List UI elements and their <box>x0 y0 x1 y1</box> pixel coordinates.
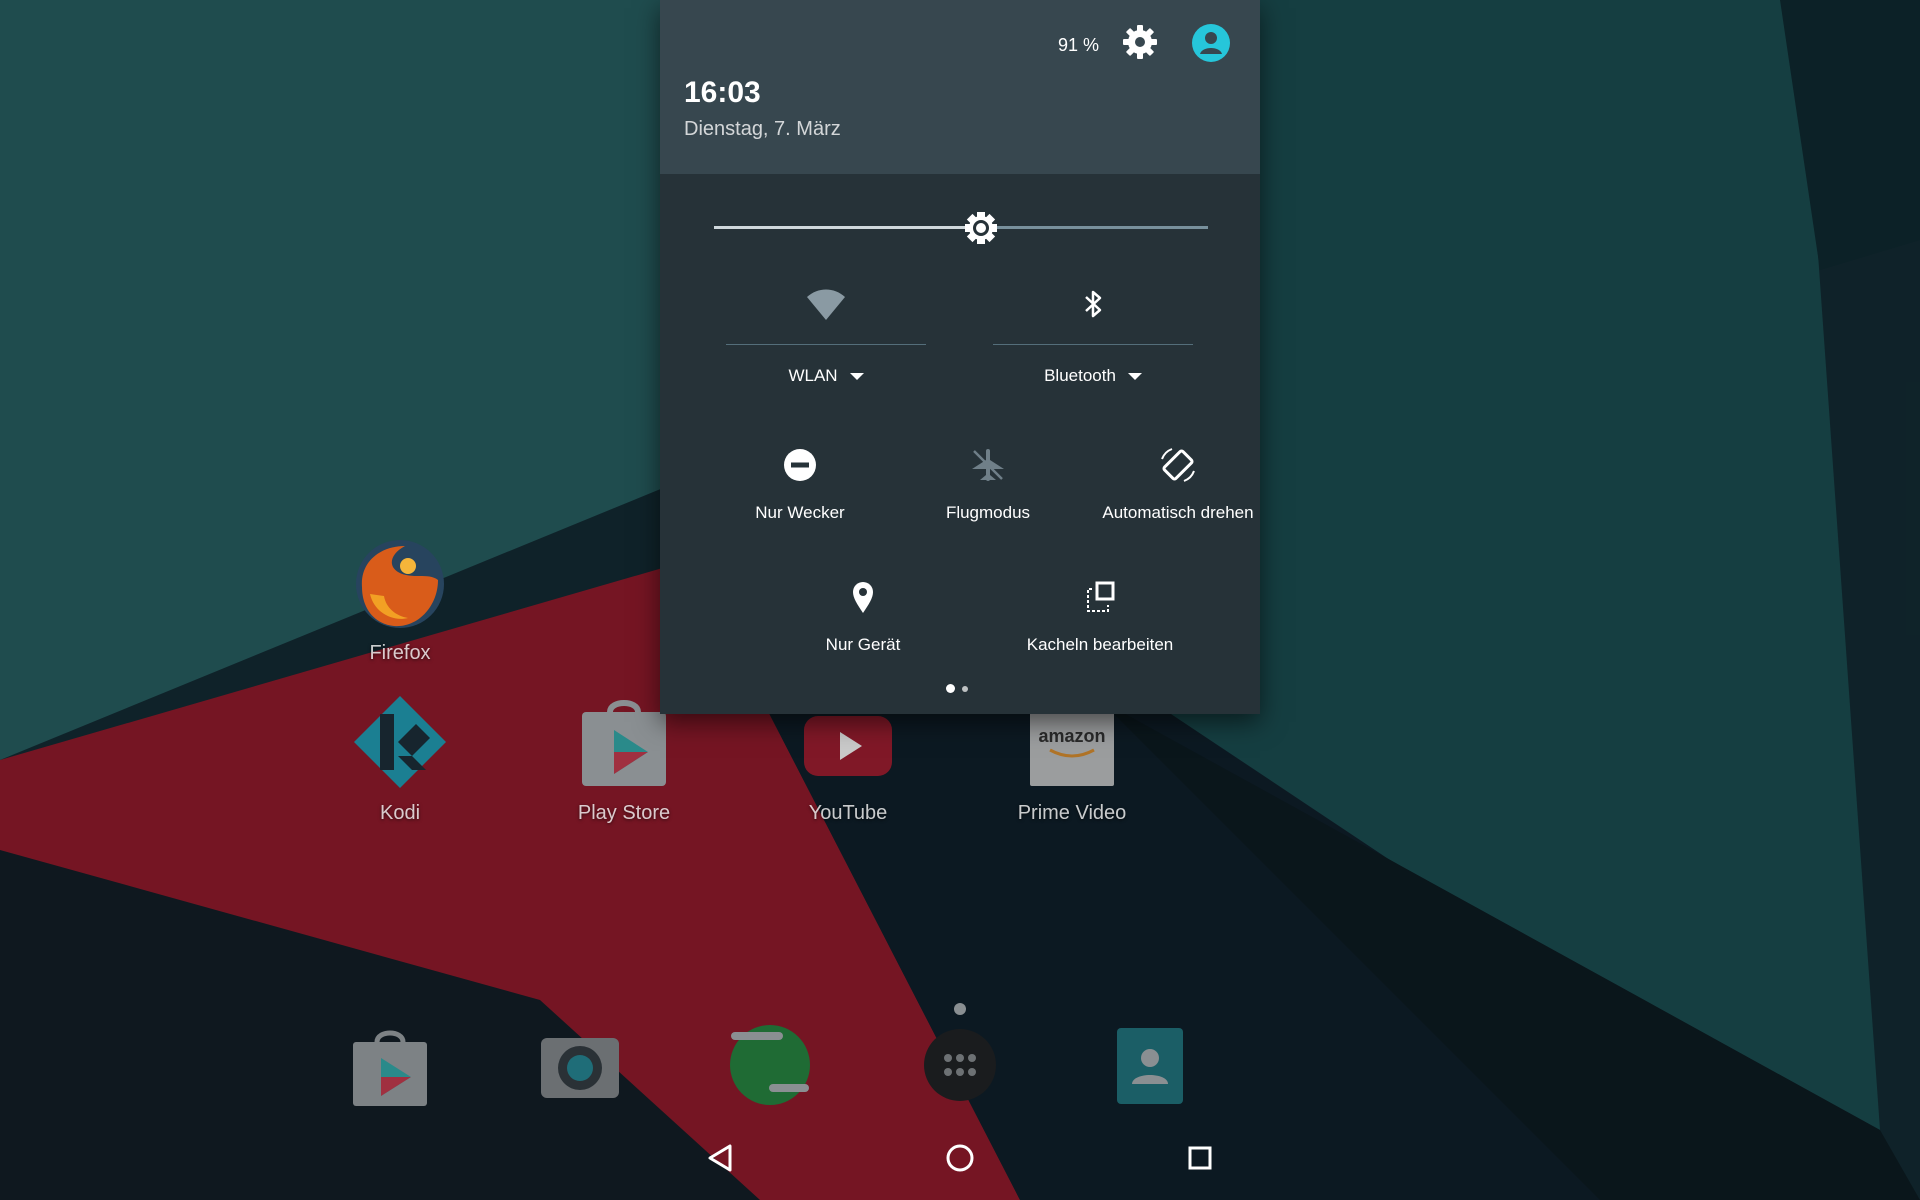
brightness-slider-fill <box>714 226 981 229</box>
tile-automatisch-drehen[interactable]: Automatisch drehen <box>1083 445 1273 523</box>
recents-icon <box>1188 1146 1212 1170</box>
settings-button[interactable] <box>1120 22 1160 62</box>
tile-flugmodus[interactable]: Flugmodus <box>893 445 1083 523</box>
do-not-disturb-icon <box>780 445 820 485</box>
nav-home-button[interactable] <box>930 1128 990 1188</box>
wlan-dropdown[interactable]: WLAN <box>726 366 926 386</box>
app-kodi[interactable]: Kodi <box>280 692 520 825</box>
chevron-down-icon <box>849 373 864 381</box>
tile-label: Nur Wecker <box>755 503 845 522</box>
app-label: Kodi <box>379 802 421 824</box>
play-store-icon <box>574 692 674 792</box>
tile-label: Flugmodus <box>945 503 1031 522</box>
dock-app-drawer[interactable] <box>915 1020 1005 1110</box>
dock-contacts[interactable] <box>1105 1020 1195 1110</box>
contacts-icon <box>1117 1028 1183 1104</box>
home-page-indicator <box>954 1003 966 1015</box>
tile-divider <box>993 344 1193 345</box>
location-icon <box>843 577 883 617</box>
bluetooth-dropdown[interactable]: Bluetooth <box>993 366 1193 386</box>
tile-label: Automatisch drehen <box>1102 503 1254 522</box>
dock-hangouts[interactable] <box>725 1020 815 1110</box>
chevron-down-icon <box>1127 373 1142 381</box>
battery-percentage: 91 % <box>1058 35 1100 55</box>
app-drawer-icon <box>924 1029 996 1101</box>
bluetooth-icon <box>1073 284 1113 324</box>
camera-icon <box>541 1038 619 1098</box>
app-firefox[interactable]: Firefox <box>280 532 520 665</box>
dock-camera[interactable] <box>535 1020 625 1110</box>
airplane-icon <box>968 445 1008 485</box>
account-icon <box>1192 24 1230 62</box>
tile-divider <box>726 344 926 345</box>
home-icon <box>946 1144 974 1172</box>
page-indicator <box>962 686 968 692</box>
nav-back-button[interactable] <box>690 1128 750 1188</box>
quick-settings-header: 91 % 16:03 Dienstag, 7. März <box>660 0 1260 174</box>
app-label: Play Store <box>577 802 671 824</box>
play-store-icon <box>353 1030 427 1106</box>
tile-nur-geraet[interactable]: Nur Gerät <box>768 577 958 655</box>
dock-play-store[interactable] <box>345 1020 435 1110</box>
nav-recents-button[interactable] <box>1170 1128 1230 1188</box>
tile-wlan[interactable]: WLAN <box>726 284 926 394</box>
brightness-slider-thumb[interactable] <box>961 208 1001 248</box>
app-label: YouTube <box>808 802 888 824</box>
auto-rotate-icon <box>1158 445 1198 485</box>
kodi-icon <box>350 692 450 792</box>
app-label: Firefox <box>369 642 431 664</box>
tile-kacheln-bearbeiten[interactable]: Kacheln bearbeiten <box>1000 577 1200 655</box>
gear-icon <box>1123 25 1157 59</box>
app-label: Prime Video <box>1017 802 1127 824</box>
tile-label: Nur Gerät <box>825 635 901 654</box>
wlan-label: WLAN <box>788 366 838 385</box>
tile-bluetooth[interactable]: Bluetooth <box>993 284 1193 394</box>
svg-text:amazon: amazon <box>1038 726 1105 746</box>
quick-settings-panel: 91 % 16:03 Dienstag, 7. März WLAN Blueto… <box>660 0 1260 714</box>
firefox-icon <box>350 532 450 632</box>
hangouts-icon <box>730 1025 810 1105</box>
date-text: Dienstag, 7. März <box>684 118 841 140</box>
bluetooth-label: Bluetooth <box>1044 366 1116 385</box>
edit-tiles-icon <box>1080 577 1120 617</box>
wifi-icon <box>806 284 846 324</box>
back-icon <box>708 1144 732 1172</box>
brightness-icon <box>964 212 997 244</box>
user-account-button[interactable] <box>1190 22 1232 64</box>
clock-time: 16:03 <box>684 76 761 109</box>
tile-nur-wecker[interactable]: Nur Wecker <box>705 445 895 523</box>
tile-label: Kacheln bearbeiten <box>1026 635 1174 654</box>
page-indicator-active <box>946 684 955 693</box>
